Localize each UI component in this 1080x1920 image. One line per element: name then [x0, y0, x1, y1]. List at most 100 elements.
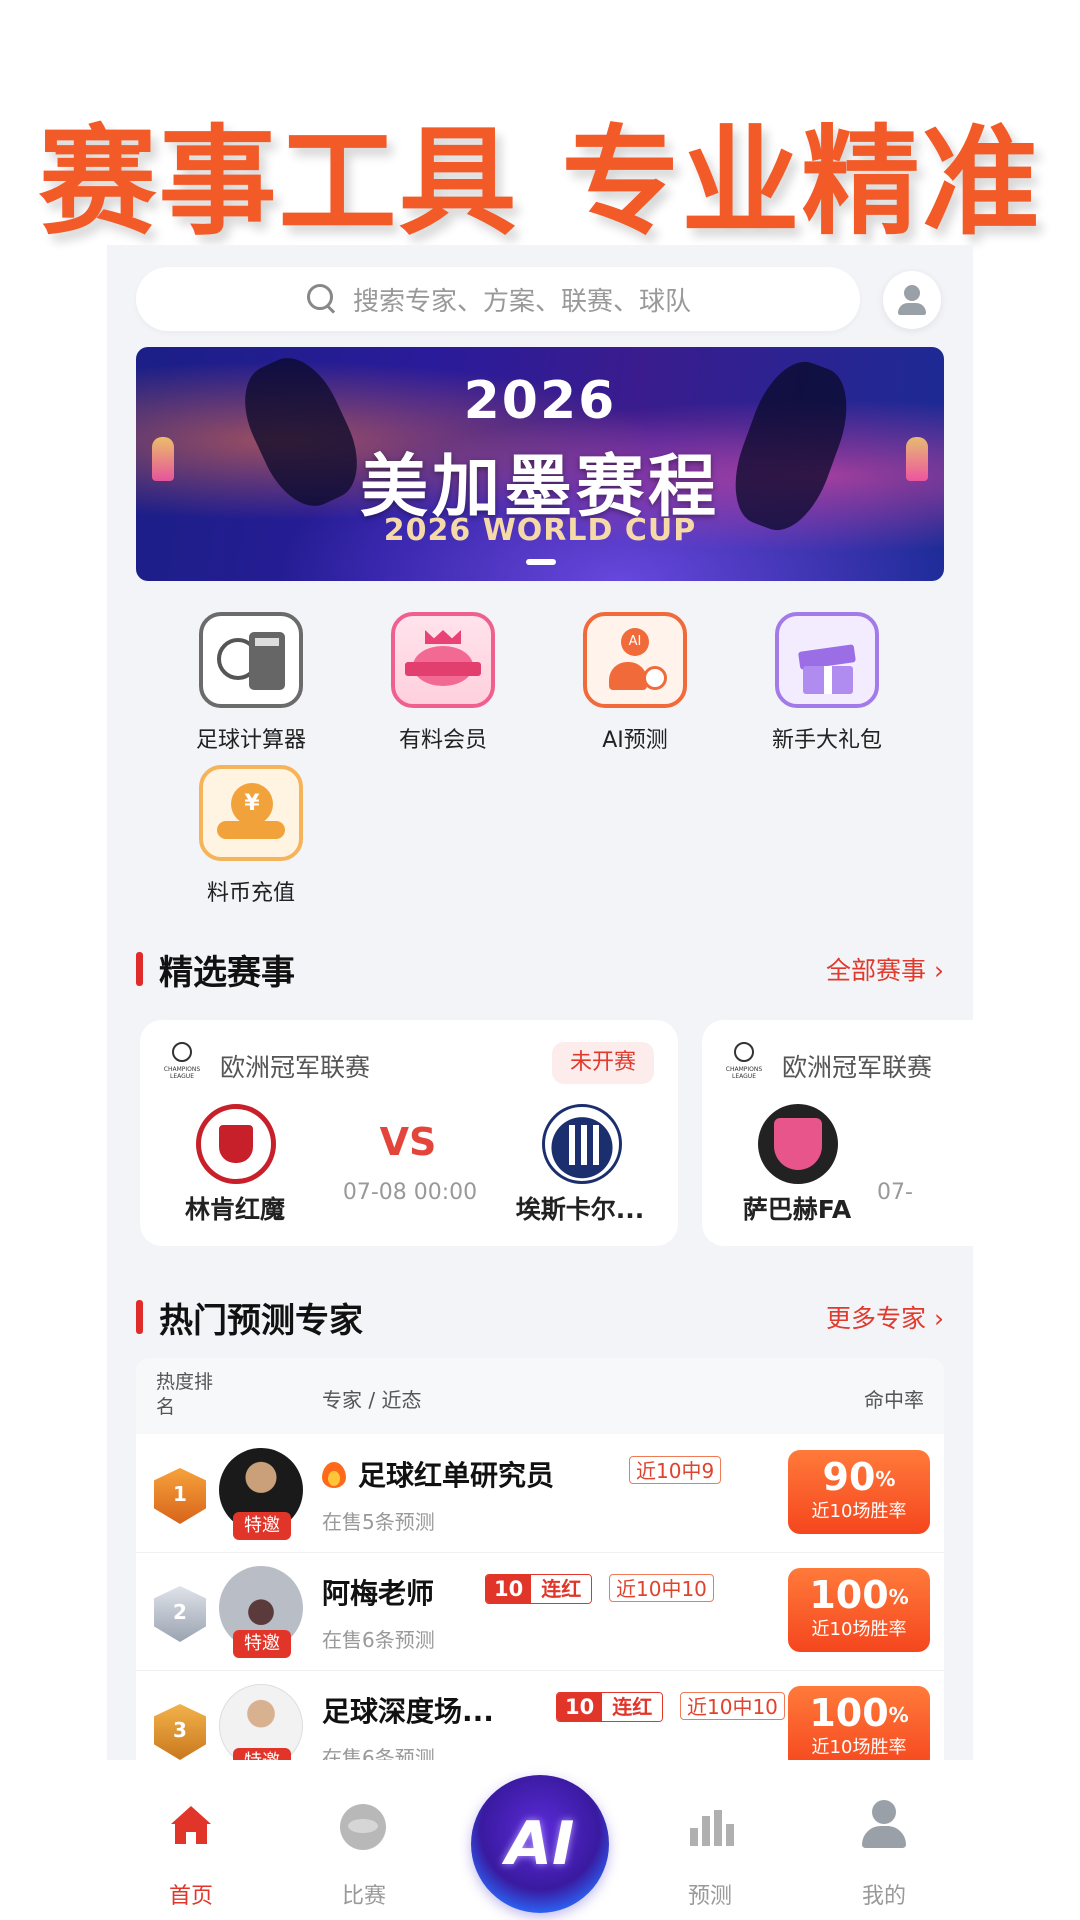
more-experts-link[interactable]: 更多专家 › — [826, 1299, 944, 1335]
home-icon — [171, 1806, 211, 1846]
table-header: 热度排名 专家 / 近态 命中率 — [136, 1358, 944, 1434]
nav-predict-label: 预测 — [687, 1884, 732, 1909]
recent-record-tag: 近10中10 — [680, 1692, 785, 1720]
match-status-badge: 未开赛 — [552, 1042, 654, 1084]
match-time: 07- — [877, 1180, 913, 1205]
all-matches-link[interactable]: 全部赛事 › — [826, 951, 944, 987]
header-rate: 命中率 — [864, 1388, 924, 1412]
shortcut-newbie-gift[interactable]: 新手大礼包 — [742, 612, 912, 754]
experts-section-title: 热门预测专家 — [159, 1301, 363, 1341]
vip-crown-icon — [391, 612, 495, 708]
expert-on-sale: 在售6条预测 — [322, 1628, 435, 1652]
expert-on-sale: 在售5条预测 — [322, 1510, 435, 1534]
rank-number: 2 — [173, 1600, 187, 1624]
streak-text: 连红 — [602, 1693, 663, 1721]
ai-button-label: AI — [505, 1809, 575, 1879]
header-expert: 专家 / 近态 — [322, 1388, 422, 1412]
streak-number: 10 — [557, 1693, 603, 1721]
ai-predict-icon: AI — [583, 612, 687, 708]
calculator-icon — [199, 612, 303, 708]
header-rank: 热度排名 — [156, 1371, 214, 1418]
bar-chart-icon — [688, 1808, 734, 1848]
ai-center-button[interactable]: AI — [471, 1775, 609, 1913]
more-experts-label: 更多专家 — [826, 1304, 927, 1333]
banner-year: 2026 — [463, 371, 617, 431]
coin-recharge-icon: ¥ — [199, 765, 303, 861]
table-row[interactable]: 3 特邀 足球深度场... 10连红 近10中10 在售6条预测 100% 近1… — [136, 1670, 944, 1760]
hit-rate-box: 100% 近10场胜率 — [788, 1568, 930, 1652]
invited-badge: 特邀 — [233, 1512, 291, 1540]
away-team-name: 埃斯卡尔... — [515, 1195, 645, 1224]
section-accent-bar — [136, 1300, 143, 1334]
rank-number: 1 — [173, 1482, 187, 1506]
table-row[interactable]: 2 特邀 阿梅老师 10 连红 近10中10 在售6条预测 100% 近10场胜率 — [136, 1552, 944, 1671]
promo-banner[interactable]: 2026 美加墨赛程 2026 WORLD CUP — [136, 347, 944, 581]
shortcut-ai-predict[interactable]: AI AI预测 — [550, 612, 720, 754]
nav-mine-label: 我的 — [861, 1884, 906, 1909]
hit-rate-unit: % — [888, 1585, 909, 1609]
carousel-indicator[interactable] — [526, 559, 556, 565]
hit-rate-unit: % — [888, 1703, 909, 1727]
streak-number: 10 — [486, 1575, 532, 1603]
invited-badge: 特邀 — [233, 1630, 291, 1658]
hit-rate-unit: % — [875, 1467, 896, 1491]
home-team-name: 林肯红魔 — [184, 1195, 285, 1224]
expert-on-sale: 在售6条预测 — [322, 1746, 435, 1760]
match-card[interactable]: CHAMPIONS LEAGUE 欧洲冠军联赛 未开赛 林肯红魔 VS 07-0… — [140, 1020, 678, 1246]
hit-rate-box: 100% 近10场胜率 — [788, 1686, 930, 1760]
nav-match-label: 比赛 — [341, 1884, 386, 1909]
versus-label: VS — [379, 1120, 437, 1164]
gold-medal-icon: 1 — [154, 1468, 206, 1524]
all-matches-label: 全部赛事 — [826, 956, 927, 985]
match-league: 欧洲冠军联赛 — [220, 1053, 371, 1082]
profile-button[interactable] — [883, 271, 941, 329]
search-placeholder: 搜索专家、方案、联赛、球队 — [352, 286, 691, 317]
home-team-logo — [196, 1104, 276, 1184]
hit-rate-label: 近10场胜率 — [811, 1619, 907, 1640]
home-team-name: 萨巴赫FA — [742, 1195, 852, 1224]
user-icon — [904, 285, 920, 301]
match-card[interactable]: CHAMPIONS LEAGUE 欧洲冠军联赛 萨巴赫FA 07- — [702, 1020, 973, 1246]
expert-name: 阿梅老师 — [322, 1577, 435, 1610]
shortcut-vip[interactable]: 有料会员 — [358, 612, 528, 754]
rank-number: 3 — [173, 1718, 187, 1742]
shortcut-label: 料币充值 — [206, 881, 295, 906]
banner-subtitle: 2026 WORLD CUP — [383, 513, 697, 548]
hit-rate-box: 90% 近10场胜率 — [788, 1450, 930, 1534]
shortcut-label: 足球计算器 — [195, 728, 306, 753]
ball-icon — [340, 1804, 386, 1850]
promo-headline: 赛事工具 专业精准 — [38, 113, 1042, 251]
bronze-medal-icon: 3 — [154, 1704, 206, 1760]
search-bar[interactable]: 搜索专家、方案、联赛、球队 — [136, 267, 860, 331]
match-time: 07-08 00:00 — [342, 1180, 478, 1205]
silver-medal-icon: 2 — [154, 1586, 206, 1642]
away-team-logo — [542, 1104, 622, 1184]
hit-rate-value: 100 — [809, 1691, 889, 1735]
shortcut-coin-recharge[interactable]: ¥ 料币充值 — [166, 765, 336, 907]
shortcut-label: AI预测 — [602, 728, 668, 753]
home-team-logo — [758, 1104, 838, 1184]
shortcut-calculator[interactable]: 足球计算器 — [166, 612, 336, 754]
champions-league-icon: CHAMPIONS LEAGUE — [162, 1042, 202, 1082]
hit-rate-value: 100 — [809, 1573, 889, 1617]
nav-home-label: 首页 — [168, 1884, 213, 1909]
streak-text: 连红 — [531, 1575, 592, 1603]
recent-record-tag: 近10中9 — [629, 1456, 722, 1484]
shortcut-label: 新手大礼包 — [771, 728, 882, 753]
streak-tag: 10 连红 — [485, 1574, 593, 1604]
hit-rate-label: 近10场胜率 — [811, 1501, 907, 1522]
section-accent-bar — [136, 952, 143, 986]
table-row[interactable]: 1 特邀 足球红单研究员 近10中9 在售5条预测 90% 近10场胜率 — [136, 1434, 944, 1553]
recent-record-tag: 近10中10 — [609, 1574, 714, 1602]
featured-section-title: 精选赛事 — [159, 953, 295, 993]
gift-icon — [775, 612, 879, 708]
match-league: 欧洲冠军联赛 — [782, 1053, 933, 1082]
hit-rate-value: 90 — [822, 1455, 876, 1499]
expert-ranking-table: 热度排名 专家 / 近态 命中率 1 特邀 足球红单研究员 近10中9 在售5条… — [136, 1358, 944, 1760]
expert-name: 足球深度场... — [322, 1695, 494, 1728]
streak-tag: 10 连红 — [556, 1692, 664, 1722]
search-icon — [305, 282, 339, 316]
expert-name: 足球红单研究员 — [358, 1459, 555, 1492]
champions-league-icon: CHAMPIONS LEAGUE — [724, 1042, 764, 1082]
fire-icon — [322, 1458, 346, 1488]
